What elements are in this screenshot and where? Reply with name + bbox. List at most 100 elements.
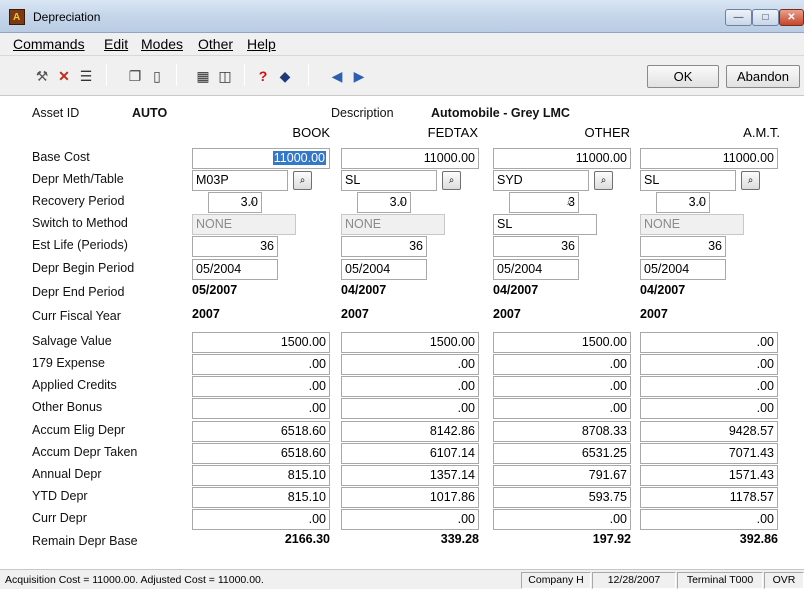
other-est-life-field[interactable]: 36 <box>493 236 579 257</box>
fedtax-accum-taken-field[interactable]: 6107.14 <box>341 443 479 464</box>
lookup-icon[interactable]: ⌕ <box>293 171 312 190</box>
book-base-cost-field[interactable]: 11000.00 <box>192 148 330 169</box>
row-label-begin: Depr Begin Period <box>32 261 135 275</box>
book-ytd-field[interactable]: 815.10 <box>192 487 330 508</box>
book-remain-value: 2166.30 <box>284 532 330 546</box>
other-accum-elig-field[interactable]: 8708.33 <box>493 421 631 442</box>
row-label-accum-taken: Accum Depr Taken <box>32 445 138 459</box>
abandon-button[interactable]: Abandon <box>726 65 800 88</box>
spinner-icon[interactable]: ⌕ <box>395 194 408 211</box>
other-ytd-field[interactable]: 593.75 <box>493 487 631 508</box>
lookup-icon[interactable]: ⌕ <box>594 171 613 190</box>
fedtax-switch-field[interactable]: NONE <box>341 214 445 235</box>
amt-accum-elig-field[interactable]: 9428.57 <box>640 421 778 442</box>
depreciation-form: Asset ID AUTO Description Automobile - G… <box>0 97 804 569</box>
book-begin-field[interactable]: 05/2004 <box>192 259 278 280</box>
other-annual-field[interactable]: 791.67 <box>493 465 631 486</box>
fedtax-ytd-field[interactable]: 1017.86 <box>341 487 479 508</box>
book-credits-field[interactable]: .00 <box>192 376 330 397</box>
amt-depr-meth-field[interactable]: SL <box>640 170 736 191</box>
fedtax-accum-elig-field[interactable]: 8142.86 <box>341 421 479 442</box>
row-label-curr: Curr Depr <box>32 511 87 525</box>
book-bonus-field[interactable]: .00 <box>192 398 330 419</box>
lookup-icon[interactable]: ⌕ <box>442 171 461 190</box>
fedtax-curr-field[interactable]: .00 <box>341 509 479 530</box>
amt-salvage-field[interactable]: .00 <box>640 332 778 353</box>
amt-e179-field[interactable]: .00 <box>640 354 778 375</box>
book-switch-field[interactable]: NONE <box>192 214 296 235</box>
book-e179-field[interactable]: .00 <box>192 354 330 375</box>
fedtax-end-value: 04/2007 <box>341 283 387 297</box>
other-begin-field[interactable]: 05/2004 <box>493 259 579 280</box>
menu-other[interactable]: Other <box>198 36 233 52</box>
other-depr-meth-field[interactable]: SYD <box>493 170 589 191</box>
book-annual-field[interactable]: 815.10 <box>192 465 330 486</box>
minimize-button[interactable]: — <box>725 9 752 26</box>
app-icon: A <box>9 9 25 25</box>
row-label-base-cost: Base Cost <box>32 150 90 164</box>
book-est-life-field[interactable]: 36 <box>192 236 278 257</box>
amt-accum-taken-field[interactable]: 7071.43 <box>640 443 778 464</box>
amt-fiscal-value: 2007 <box>640 307 668 321</box>
status-date: 12/28/2007 <box>592 572 676 589</box>
amt-curr-field[interactable]: .00 <box>640 509 778 530</box>
fedtax-depr-meth-field[interactable]: SL <box>341 170 437 191</box>
close-button[interactable]: ✕ <box>779 9 804 26</box>
row-label-switch: Switch to Method <box>32 216 128 230</box>
amt-credits-field[interactable]: .00 <box>640 376 778 397</box>
fedtax-credits-field[interactable]: .00 <box>341 376 479 397</box>
spinner-icon[interactable]: ⌕ <box>694 194 707 211</box>
book-salvage-field[interactable]: 1500.00 <box>192 332 330 353</box>
amt-base-cost-field[interactable]: 11000.00 <box>640 148 778 169</box>
list-icon[interactable]: ☰ <box>77 67 95 85</box>
other-base-cost-field[interactable]: 11000.00 <box>493 148 631 169</box>
status-message: Acquisition Cost = 11000.00. Adjusted Co… <box>5 574 264 586</box>
lookup-icon[interactable]: ⌕ <box>741 171 760 190</box>
spinner-icon[interactable]: ⌕ <box>563 194 576 211</box>
other-e179-field[interactable]: .00 <box>493 354 631 375</box>
fedtax-salvage-field[interactable]: 1500.00 <box>341 332 479 353</box>
column-header-amt: A.M.T. <box>743 125 780 140</box>
ok-button[interactable]: OK <box>647 65 719 88</box>
amt-ytd-field[interactable]: 1178.57 <box>640 487 778 508</box>
forward-icon[interactable]: ▶ <box>350 67 368 85</box>
amt-annual-field[interactable]: 1571.43 <box>640 465 778 486</box>
other-remain-value: 197.92 <box>592 532 631 546</box>
other-salvage-field[interactable]: 1500.00 <box>493 332 631 353</box>
other-credits-field[interactable]: .00 <box>493 376 631 397</box>
fedtax-annual-field[interactable]: 1357.14 <box>341 465 479 486</box>
menu-help[interactable]: Help <box>247 36 276 52</box>
book-icon[interactable]: ◆ <box>276 67 294 85</box>
fedtax-bonus-field[interactable]: .00 <box>341 398 479 419</box>
amt-bonus-field[interactable]: .00 <box>640 398 778 419</box>
delete-icon[interactable]: ✕ <box>55 67 73 85</box>
fedtax-base-cost-field[interactable]: 11000.00 <box>341 148 479 169</box>
fedtax-begin-field[interactable]: 05/2004 <box>341 259 427 280</box>
paste-icon[interactable]: ▯ <box>148 67 166 85</box>
menu-edit[interactable]: Edit <box>104 36 128 52</box>
fedtax-e179-field[interactable]: .00 <box>341 354 479 375</box>
other-curr-field[interactable]: .00 <box>493 509 631 530</box>
calendar-icon[interactable]: ◫ <box>216 67 234 85</box>
copy-icon[interactable]: ❐ <box>126 67 144 85</box>
maximize-button[interactable]: □ <box>752 9 779 26</box>
other-bonus-field[interactable]: .00 <box>493 398 631 419</box>
back-icon[interactable]: ◀ <box>328 67 346 85</box>
other-accum-taken-field[interactable]: 6531.25 <box>493 443 631 464</box>
calculator-icon[interactable]: ▦ <box>194 67 212 85</box>
menu-commands[interactable]: Commands <box>13 36 85 52</box>
amt-est-life-field[interactable]: 36 <box>640 236 726 257</box>
book-depr-meth-field[interactable]: M03P <box>192 170 288 191</box>
help-icon[interactable]: ? <box>254 67 272 85</box>
toolbar-separator <box>244 64 245 86</box>
tools-icon[interactable]: ⚒ <box>33 67 51 85</box>
book-accum-taken-field[interactable]: 6518.60 <box>192 443 330 464</box>
amt-begin-field[interactable]: 05/2004 <box>640 259 726 280</box>
menu-modes[interactable]: Modes <box>141 36 183 52</box>
spinner-icon[interactable]: ⌕ <box>246 194 259 211</box>
book-accum-elig-field[interactable]: 6518.60 <box>192 421 330 442</box>
fedtax-est-life-field[interactable]: 36 <box>341 236 427 257</box>
other-switch-field[interactable]: SL <box>493 214 597 235</box>
book-curr-field[interactable]: .00 <box>192 509 330 530</box>
amt-switch-field[interactable]: NONE <box>640 214 744 235</box>
